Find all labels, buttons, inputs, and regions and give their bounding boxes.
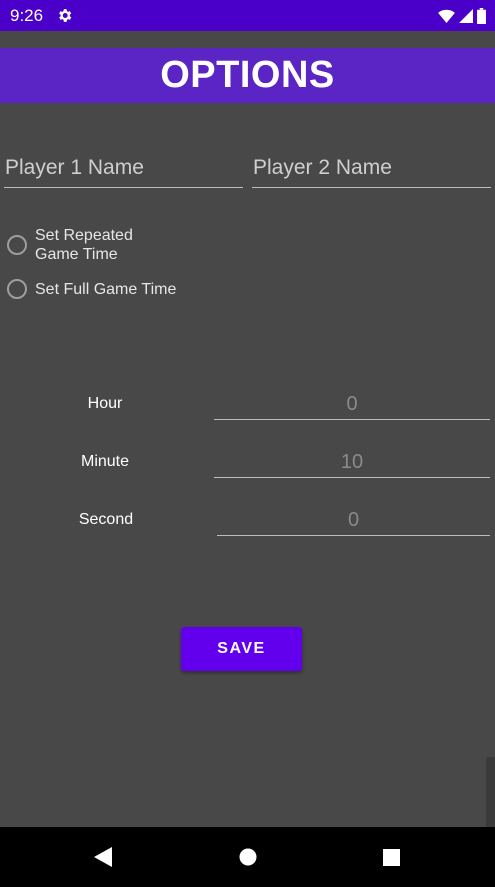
radio-button[interactable]: [7, 235, 27, 255]
player2-name-input[interactable]: Player 2 Name: [252, 152, 491, 188]
minute-label: Minute: [80, 453, 130, 470]
save-button[interactable]: SAVE: [181, 627, 302, 671]
recents-icon: [382, 848, 400, 866]
minute-input[interactable]: 10: [214, 450, 490, 478]
second-label: Second: [78, 511, 134, 528]
hour-value: 0: [346, 393, 358, 415]
home-icon: [239, 848, 257, 866]
gear-icon: [59, 9, 72, 22]
back-button[interactable]: [88, 842, 118, 872]
second-value: 0: [347, 509, 360, 531]
hour-label: Hour: [87, 395, 123, 412]
save-button-label: SAVE: [217, 640, 266, 657]
player2-name-placeholder: Player 2 Name: [253, 156, 392, 179]
radio-full-game-time[interactable]: Set Full Game Time: [7, 279, 176, 299]
radio-button[interactable]: [7, 279, 27, 299]
page-title: OPTIONS: [160, 54, 335, 96]
radio-label: Set Full Game Time: [35, 280, 177, 298]
minute-value: 10: [340, 451, 364, 473]
hour-input[interactable]: 0: [214, 392, 490, 420]
home-button[interactable]: [233, 842, 263, 872]
status-bar: 9:26: [0, 0, 495, 31]
back-icon: [94, 847, 112, 867]
player1-name-input[interactable]: Player 1 Name: [4, 152, 243, 188]
player1-name-placeholder: Player 1 Name: [5, 156, 144, 179]
cell-signal-icon: [459, 9, 473, 23]
recents-button[interactable]: [376, 842, 406, 872]
radio-repeated-game-time[interactable]: Set Repeated Game Time: [7, 226, 155, 264]
second-input[interactable]: 0: [217, 508, 490, 536]
navigation-bar: [0, 827, 495, 887]
radio-label: Set Repeated Game Time: [35, 227, 133, 263]
wifi-icon: [438, 9, 455, 23]
battery-icon: [477, 8, 486, 24]
status-time: 9:26: [10, 6, 44, 25]
title-bar: OPTIONS: [0, 48, 495, 103]
